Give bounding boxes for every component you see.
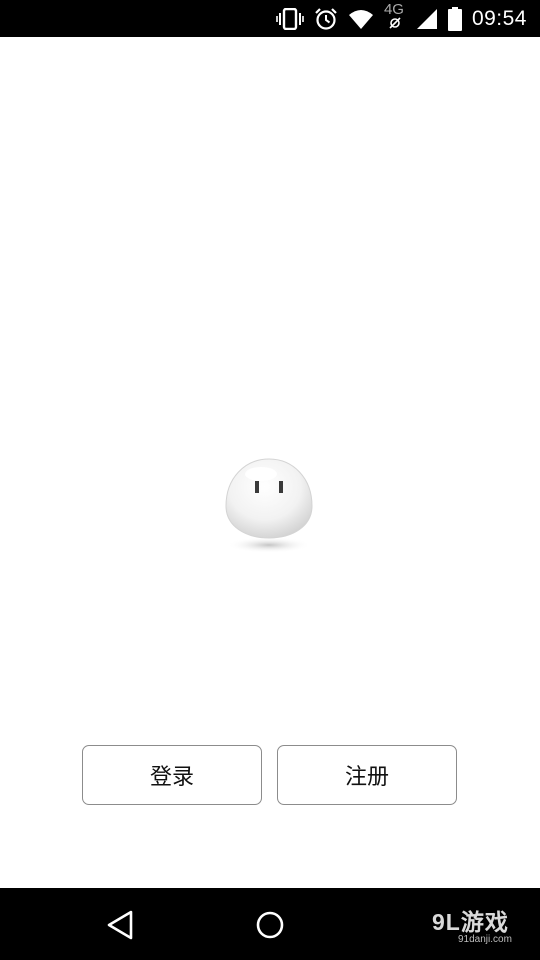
app-screen: 4G 09:54 登录 注册 9L游戏 91danji.com [0, 0, 540, 960]
mascot-blob-icon [223, 456, 315, 556]
wifi-icon [348, 8, 374, 30]
vibrate-icon [276, 7, 304, 30]
status-time: 09:54 [471, 6, 527, 30]
login-button[interactable]: 登录 [82, 745, 262, 805]
main-content: 登录 注册 [0, 37, 540, 888]
status-icons: 4G 09:54 [276, 0, 527, 37]
auth-buttons: 登录 注册 [82, 745, 458, 805]
back-icon[interactable] [103, 908, 137, 942]
cellular-signal-icon [416, 8, 438, 30]
watermark-logo: 9L游戏 91danji.com [432, 910, 528, 950]
battery-icon [447, 6, 462, 31]
status-bar: 4G 09:54 [0, 0, 540, 37]
register-button[interactable]: 注册 [277, 745, 457, 805]
navigation-bar: 9L游戏 91danji.com [0, 888, 540, 960]
watermark-url: 91danji.com [458, 934, 512, 945]
network-type-icon: 4G [384, 1, 406, 34]
watermark-logo-text: 9L游戏 [432, 909, 509, 935]
home-icon[interactable] [254, 909, 286, 941]
alarm-icon [314, 7, 338, 31]
